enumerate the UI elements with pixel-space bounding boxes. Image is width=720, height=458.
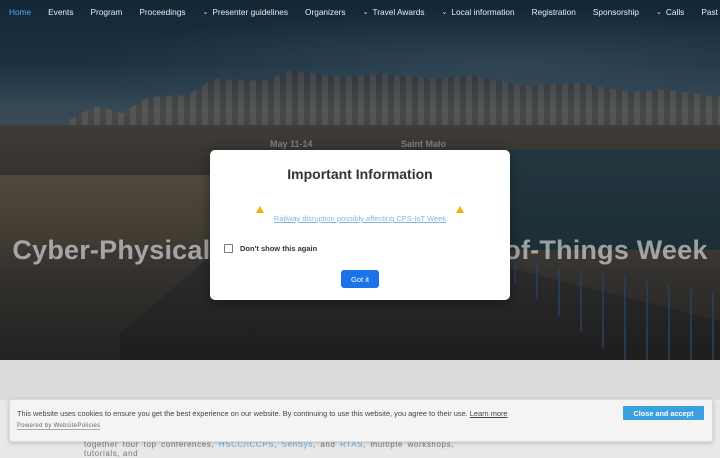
learn-more-link[interactable]: Learn more [470, 409, 508, 418]
modal-overlay: Important Information Railway disruption… [0, 0, 720, 450]
cookie-banner: This website uses cookies to ensure you … [9, 399, 713, 442]
cookie-text: This website uses cookies to ensure you … [17, 409, 508, 418]
got-it-button[interactable]: Got it [341, 270, 379, 288]
powered-by-link[interactable]: Powered by WebsitePolicies [17, 423, 101, 430]
warning-icon [256, 206, 264, 213]
modal-title: Important Information [287, 166, 433, 182]
dont-show-again-checkbox[interactable] [224, 244, 233, 253]
railway-disruption-link[interactable]: Railway disruption possibly affecting CP… [210, 214, 510, 223]
warning-icon [456, 206, 464, 213]
dont-show-again-label[interactable]: Don't show this again [240, 244, 317, 253]
close-and-accept-button[interactable]: Close and accept [623, 406, 704, 420]
important-info-modal: Important Information Railway disruption… [210, 150, 510, 300]
cookie-message: This website uses cookies to ensure you … [17, 409, 468, 418]
